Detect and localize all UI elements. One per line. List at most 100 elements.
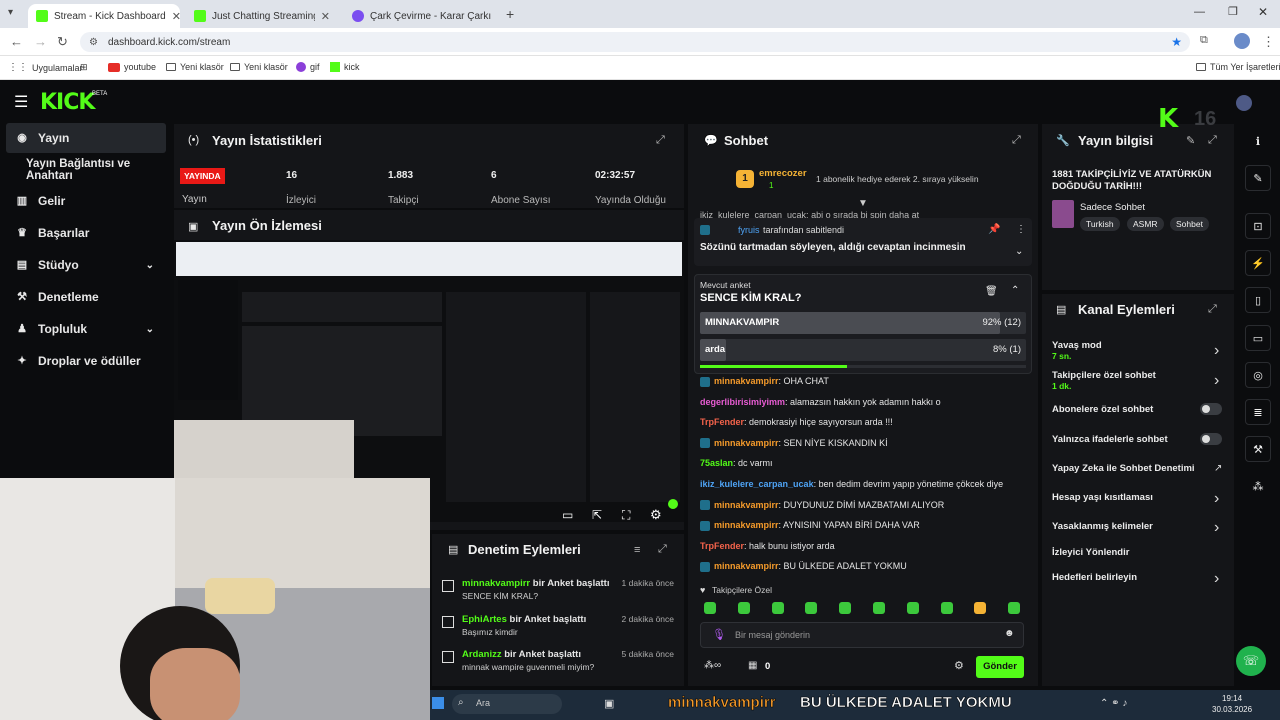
channel-action-item[interactable]: İzleyici Yönlendir <box>1052 547 1129 558</box>
expand-icon[interactable]: ⤢ <box>1012 134 1021 147</box>
collapse-arrow-icon[interactable]: ▼ <box>858 198 868 209</box>
pin-icon[interactable]: 📌 <box>988 224 1000 235</box>
browser-tab[interactable]: Just Chatting Streaming - Live S ✕ <box>186 4 338 28</box>
bookmark-star-icon[interactable]: ★ <box>1171 35 1182 49</box>
bookmark-youtube[interactable]: youtube <box>108 62 156 72</box>
gift-box-icon[interactable]: ▦ <box>748 660 757 671</box>
list-tool-icon[interactable]: ≣ <box>1245 399 1271 425</box>
tray-icons[interactable]: ⌃ ⚭ ♪ <box>1100 698 1127 709</box>
chat-username[interactable]: degerlibirisimiyimm <box>700 397 785 407</box>
all-bookmarks[interactable]: Tüm Yer İşaretleri <box>1196 62 1280 72</box>
channel-action-item[interactable]: Takipçilere özel sohbet 1 dk. <box>1052 370 1156 391</box>
chat-username[interactable]: TrpFender <box>700 417 744 427</box>
chevron-up-icon[interactable]: ⌃ <box>1011 285 1019 296</box>
lightning-tool-icon[interactable]: ⚡ <box>1245 250 1271 276</box>
close-tab-icon[interactable]: ✕ <box>172 10 180 23</box>
emote-icon[interactable] <box>704 602 716 614</box>
channel-action-item[interactable]: Yasaklanmış kelimeler <box>1052 521 1153 532</box>
reload-icon[interactable]: ↻ <box>57 34 68 50</box>
chat-username[interactable]: TrpFender <box>700 541 744 551</box>
channel-action-item[interactable]: Yavaş mod 7 sn. <box>1052 340 1102 361</box>
bookmark-apps[interactable]: ⋮⋮ Uygulamalar <box>8 62 83 73</box>
chevron-right-icon[interactable]: › <box>1214 372 1219 390</box>
filter-icon[interactable]: ≡ <box>634 544 640 556</box>
close-window-icon[interactable]: ✕ <box>1258 5 1268 19</box>
pen-tool-icon[interactable]: ✎ <box>1245 165 1271 191</box>
trash-icon[interactable]: 🗑 <box>985 286 998 297</box>
bookmark-gif[interactable]: gif <box>296 62 320 72</box>
share-tool-icon[interactable]: ⁂ <box>1245 473 1271 499</box>
gift-user[interactable]: emrecozer <box>759 168 807 179</box>
close-tab-icon[interactable]: ✕ <box>321 10 330 23</box>
toggle-switch[interactable] <box>1200 403 1222 415</box>
support-icon[interactable]: ☏ <box>1236 646 1266 676</box>
chevron-right-icon[interactable]: › <box>1214 342 1219 360</box>
info-icon[interactable]: ℹ <box>1245 128 1271 154</box>
restore-icon[interactable]: ❐ <box>1228 5 1238 18</box>
chat-tool-icon[interactable]: ▭ <box>1245 325 1271 351</box>
tag-chip[interactable]: ASMR <box>1127 217 1164 231</box>
target-tool-icon[interactable]: ⊡ <box>1245 213 1271 239</box>
hammer-tool-icon[interactable]: ⚒ <box>1245 436 1271 462</box>
taskbar-search[interactable]: ⌕ Ara <box>452 694 562 714</box>
channel-points-icon[interactable]: ⁂∞ <box>704 660 721 671</box>
menu-icon[interactable]: ⋮ <box>1262 34 1275 50</box>
emote-icon[interactable] <box>940 602 953 614</box>
chat-username[interactable]: ikiz_kulelere_carpan_ucak <box>700 479 814 489</box>
more-icon[interactable]: ⋮ <box>1016 224 1026 235</box>
tag-chip[interactable]: Sohbet <box>1170 217 1209 231</box>
sidebar-item-droplar[interactable]: ✦ Droplar ve ödüller <box>6 346 166 376</box>
broadcast-tool-icon[interactable]: ◎ <box>1245 362 1271 388</box>
chat-username[interactable]: minnakvampirr <box>714 561 779 571</box>
site-info-icon[interactable]: ⚙ <box>89 37 98 48</box>
emote-icon[interactable] <box>873 602 885 614</box>
browser-tab[interactable]: Stream - Kick Dashboard ✕ <box>28 4 180 28</box>
task-view-icon[interactable]: ▣ <box>604 697 614 710</box>
send-button[interactable]: Gönder <box>976 656 1024 678</box>
url-field[interactable]: ⚙ dashboard.kick.com/stream ★ <box>80 32 1190 52</box>
tag-chip[interactable]: Turkish <box>1080 217 1120 231</box>
sidebar-item-gelir[interactable]: ▥ Gelir <box>6 186 166 216</box>
expand-icon[interactable]: ⤢ <box>656 134 665 147</box>
external-link-icon[interactable]: ↗ <box>1214 463 1222 474</box>
chat-username[interactable]: minnakvampirr <box>714 376 779 386</box>
emote-icon[interactable] <box>839 602 852 614</box>
chat-username[interactable]: minnakvampirr <box>714 438 779 448</box>
hamburger-menu-icon[interactable]: ☰ <box>14 92 28 112</box>
emote-icon[interactable] <box>805 602 818 614</box>
chat-settings-icon[interactable]: ⚙ <box>954 659 964 672</box>
bookmark-kick[interactable]: kick <box>330 62 360 72</box>
kick-logo[interactable]: KICK <box>40 90 95 115</box>
sidebar-item-stream-key[interactable]: Yayın Bağlantısı ve Anahtarı <box>6 155 166 185</box>
chat-username[interactable]: minnakvampirr <box>714 500 779 510</box>
channel-action-item[interactable]: Hedefleri belirleyin <box>1052 572 1137 583</box>
sidebar-item-topluluk[interactable]: ♟ Topluluk ⌄ <box>6 314 166 344</box>
channel-action-item[interactable]: Abonelere özel sohbet <box>1052 404 1153 415</box>
chat-username[interactable]: minnakvampirr <box>714 520 779 530</box>
browser-tab[interactable]: Çark Çevirme - Karar Çarkı ✕ <box>344 4 496 28</box>
back-icon[interactable]: ← <box>10 34 23 49</box>
theater-icon[interactable]: ▭ <box>562 508 573 522</box>
expand-icon[interactable]: ⤢ <box>658 543 667 556</box>
extensions-icon[interactable]: ⧉ <box>1200 34 1208 47</box>
new-tab-icon[interactable]: + <box>506 6 514 22</box>
windows-start-icon[interactable] <box>432 697 444 709</box>
microphone-icon[interactable]: 🎙 <box>712 628 726 641</box>
channel-action-item[interactable]: Yapay Zeka ile Sohbet Denetimi <box>1052 463 1195 474</box>
user-avatar[interactable] <box>1236 95 1252 111</box>
expand-icon[interactable]: ⤢ <box>1208 303 1217 316</box>
tab-search-icon[interactable]: ▾ <box>8 7 20 19</box>
chat-username[interactable]: 75aslan <box>700 458 733 468</box>
channel-action-item[interactable]: Yalnızca ifadelerle sohbet <box>1052 434 1168 445</box>
forward-icon[interactable]: → <box>34 34 47 49</box>
chevron-right-icon[interactable]: › <box>1214 490 1219 508</box>
fullscreen-icon[interactable]: ⛶ <box>622 508 630 523</box>
chevron-right-icon[interactable]: › <box>1214 570 1219 588</box>
profile-avatar[interactable] <box>1234 33 1250 49</box>
doc-tool-icon[interactable]: ▯ <box>1245 287 1271 313</box>
sidebar-item-yayin[interactable]: ◉ Yayın <box>6 123 166 153</box>
settings-icon[interactable]: ⚙ <box>650 507 662 523</box>
emote-icon[interactable] <box>771 602 784 614</box>
toggle-switch[interactable] <box>1200 433 1222 445</box>
sidebar-item-denetleme[interactable]: ⚒ Denetleme <box>6 282 166 312</box>
